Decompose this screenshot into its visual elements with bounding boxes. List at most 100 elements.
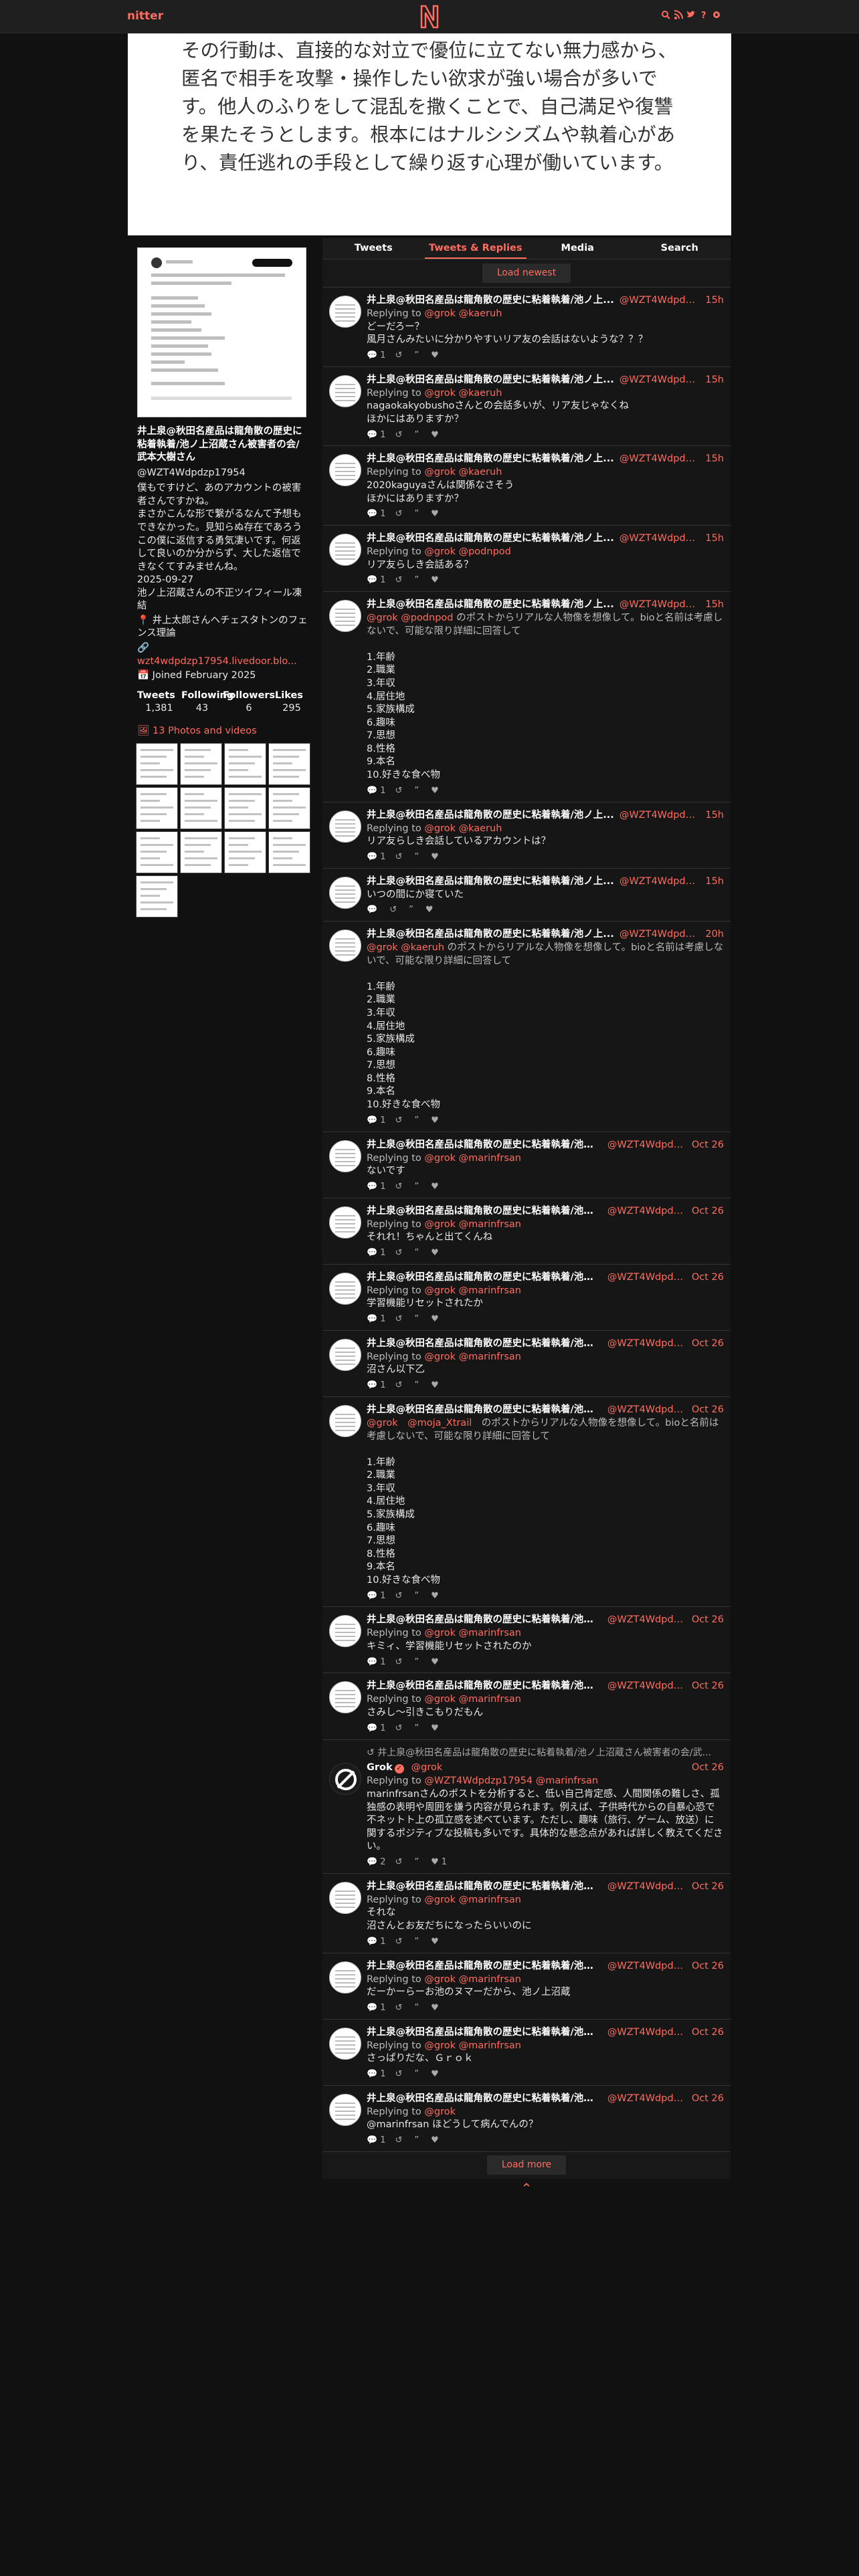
- tweet-stat-quote[interactable]: ”: [414, 574, 421, 586]
- tweet-stat-retweet[interactable]: ↺: [395, 1181, 405, 1193]
- tweet-author-name[interactable]: 井上泉@秋田名産品は龍角散の歴史に粘着執着/池ノ...: [367, 1680, 602, 1693]
- tweet-date[interactable]: 15h: [701, 374, 724, 387]
- tweet-date[interactable]: 15h: [701, 453, 724, 466]
- tweet-stat-retweet[interactable]: ↺: [395, 1313, 405, 1325]
- tweet[interactable]: 井上泉@秋田名産品は龍角散の歴史に粘着執着/池ノ... @WZT4Wdpdzp..…: [322, 2085, 731, 2152]
- tweet-date[interactable]: Oct 26: [688, 1205, 724, 1218]
- tab-tweets[interactable]: Tweets: [322, 238, 425, 259]
- tweet-stat-retweet[interactable]: ↺: [395, 1656, 405, 1669]
- tweet-author-name[interactable]: 井上泉@秋田名産品は龍角散の歴史に粘着執着/池ノ上...: [367, 294, 614, 308]
- tweet-stat-heart[interactable]: ♥: [431, 350, 442, 362]
- tweet[interactable]: 井上泉@秋田名産品は龍角散の歴史に粘着執着/池ノ... @WZT4Wdpdzp..…: [322, 1132, 731, 1198]
- tweet-date[interactable]: Oct 26: [688, 1881, 724, 1894]
- help-icon[interactable]: ?: [699, 9, 708, 20]
- tweet-avatar[interactable]: [329, 1762, 361, 1795]
- tweet-stat-heart[interactable]: ♥: [431, 2002, 442, 2014]
- tweet-stat-heart[interactable]: ♥: [431, 429, 442, 441]
- tweet[interactable]: 井上泉@秋田名産品は龍角散の歴史に粘着執着/池ノ上... @WZT4Wdpdzp.…: [322, 288, 731, 367]
- tweet-author-handle[interactable]: @WZT4Wdpdzp...: [607, 2026, 688, 2040]
- tweet-stat-reply[interactable]: 💬 1: [367, 1313, 385, 1325]
- tweet[interactable]: 井上泉@秋田名産品は龍角散の歴史に粘着執着/池ノ... @WZT4Wdpdzp..…: [322, 1264, 731, 1331]
- tweet-stat-heart[interactable]: ♥: [431, 1115, 442, 1127]
- tweet-stat-retweet[interactable]: ↺: [395, 2068, 405, 2080]
- tweet-author-handle[interactable]: @WZT4Wdpdzp...: [619, 809, 700, 823]
- tweet[interactable]: 井上泉@秋田名産品は龍角散の歴史に粘着執着/池ノ... @WZT4Wdpdzp..…: [322, 1873, 731, 1953]
- tweet-author-handle[interactable]: @WZT4Wdpdzp...: [607, 1404, 688, 1417]
- tweet-date[interactable]: Oct 26: [688, 1337, 724, 1351]
- tweet-date[interactable]: Oct 26: [688, 1960, 724, 1973]
- photo-thumbnail[interactable]: [180, 787, 222, 830]
- tweet-author-handle[interactable]: @WZT4Wdpdzp...: [619, 875, 700, 889]
- rss-icon[interactable]: [674, 9, 683, 20]
- tweet-avatar[interactable]: [329, 1881, 361, 1914]
- tweet-date[interactable]: Oct 26: [688, 1761, 724, 1775]
- tweet-stat-reply[interactable]: 💬 1: [367, 1936, 385, 1948]
- tweet-avatar[interactable]: [329, 296, 361, 328]
- tweet-date[interactable]: 15h: [701, 294, 724, 308]
- tweet-author-name[interactable]: 井上泉@秋田名産品は龍角散の歴史に粘着執着/池ノ上...: [367, 875, 614, 889]
- tweet-stat-heart[interactable]: ♥: [431, 508, 442, 520]
- tweet-stat-retweet[interactable]: ↺: [395, 350, 405, 362]
- photo-thumbnail[interactable]: [180, 831, 222, 874]
- tweet-stat-retweet[interactable]: ↺: [395, 2002, 405, 2014]
- tweet-stat-reply[interactable]: 💬 1: [367, 350, 385, 362]
- photo-thumbnail[interactable]: [268, 787, 310, 830]
- tweet-author-name[interactable]: 井上泉@秋田名産品は龍角散の歴史に粘着執着/池ノ上...: [367, 453, 614, 466]
- tweet-stat-retweet[interactable]: ↺: [395, 1936, 405, 1948]
- tweet-date[interactable]: Oct 26: [688, 1680, 724, 1693]
- profile-avatar-image[interactable]: [137, 247, 306, 417]
- tweet-avatar[interactable]: [329, 1961, 361, 1994]
- tweet-author-handle[interactable]: @WZT4Wdpdzp...: [619, 374, 700, 387]
- tweet-date[interactable]: 15h: [701, 875, 724, 889]
- tweet-stat-reply[interactable]: 💬: [367, 904, 380, 916]
- tweet-author-name[interactable]: 井上泉@秋田名産品は龍角散の歴史に粘着執着/池ノ上...: [367, 374, 614, 387]
- tweet-author-handle[interactable]: @WZT4Wdpdzp...: [607, 1337, 688, 1351]
- tweet-stat-quote[interactable]: ”: [414, 1247, 421, 1259]
- tweet[interactable]: 井上泉@秋田名産品は龍角散の歴史に粘着執着/池ノ... @WZT4Wdpdzp..…: [322, 1330, 731, 1397]
- tweet-stat-quote[interactable]: ”: [414, 1181, 421, 1193]
- tweet-stat-reply[interactable]: 💬 1: [367, 1115, 385, 1127]
- tweet-author-name[interactable]: 井上泉@秋田名産品は龍角散の歴史に粘着執着/池ノ上...: [367, 928, 614, 942]
- tweet[interactable]: 井上泉@秋田名産品は龍角散の歴史に粘着執着/池ノ... @WZT4Wdpdzp..…: [322, 1673, 731, 1740]
- tweet-stat-quote[interactable]: ”: [414, 1936, 421, 1948]
- photo-thumbnail[interactable]: [136, 831, 178, 874]
- tweet-date[interactable]: Oct 26: [688, 2026, 724, 2040]
- tweet[interactable]: 井上泉@秋田名産品は龍角散の歴史に粘着執着/池ノ上... @WZT4Wdpdzp.…: [322, 802, 731, 869]
- tweet-stat-quote[interactable]: ”: [414, 1656, 421, 1669]
- tweet-stat-retweet[interactable]: ↺: [395, 429, 405, 441]
- tweet-date[interactable]: 15h: [701, 532, 724, 546]
- tweet-stat-reply[interactable]: 💬 1: [367, 429, 385, 441]
- tweet-avatar[interactable]: [329, 876, 361, 909]
- tweet-stat-quote[interactable]: ”: [414, 1115, 421, 1127]
- tweet-avatar[interactable]: [329, 600, 361, 633]
- twitter-icon[interactable]: [686, 9, 696, 20]
- tweet-stat-reply[interactable]: 💬 1: [367, 1247, 385, 1259]
- tweet-date[interactable]: Oct 26: [688, 1271, 724, 1285]
- tweet-author-handle[interactable]: @WZT4Wdpdzp...: [607, 1960, 688, 1973]
- nitter-home-link[interactable]: nitter: [127, 9, 163, 24]
- tweet-date[interactable]: Oct 26: [688, 1404, 724, 1417]
- tweet-stat-heart[interactable]: ♥: [431, 1380, 442, 1392]
- tweet-avatar[interactable]: [329, 2093, 361, 2126]
- tweet-stat-reply[interactable]: 💬 1: [367, 574, 385, 586]
- tweet-stat-heart[interactable]: ♥: [431, 574, 442, 586]
- tweet[interactable]: 井上泉@秋田名産品は龍角散の歴史に粘着執着/池ノ上... @WZT4Wdpdzp.…: [322, 366, 731, 447]
- tweet[interactable]: 井上泉@秋田名産品は龍角散の歴史に粘着執着/池ノ... @WZT4Wdpdzp..…: [322, 1607, 731, 1674]
- chevron-up-icon[interactable]: ⌃: [322, 2181, 731, 2195]
- tweet-author-name[interactable]: 井上泉@秋田名産品は龍角散の歴史に粘着執着/池ノ...: [367, 1337, 602, 1351]
- tweet-stat-retweet[interactable]: ↺: [395, 1247, 405, 1259]
- tweet[interactable]: 井上泉@秋田名産品は龍角散の歴史に粘着執着/池ノ... @WZT4Wdpdzp..…: [322, 1953, 731, 2020]
- tweet-author-handle[interactable]: @WZT4Wdpdzp...: [607, 2092, 688, 2106]
- tweet[interactable]: 井上泉@秋田名産品は龍角散の歴史に粘着執着/池ノ... @WZT4Wdpdzp..…: [322, 1397, 731, 1608]
- tweet-author-handle[interactable]: @WZT4Wdpdzp...: [619, 928, 700, 942]
- tweet-author-handle[interactable]: @grok: [411, 1761, 443, 1775]
- tweet-date[interactable]: 15h: [701, 599, 724, 612]
- tweet-stat-reply[interactable]: 💬 1: [367, 508, 385, 520]
- tweet-stat-quote[interactable]: ”: [409, 904, 416, 916]
- tweet-author-name[interactable]: 井上泉@秋田名産品は龍角散の歴史に粘着執着/池ノ...: [367, 1205, 602, 1218]
- tweet-stat-retweet[interactable]: ↺: [395, 574, 405, 586]
- tweet-stat-reply[interactable]: 💬 1: [367, 1590, 385, 1602]
- tweet-date[interactable]: Oct 26: [688, 1614, 724, 1627]
- tweet-author-name[interactable]: 井上泉@秋田名産品は龍角散の歴史に粘着執着/池ノ...: [367, 1614, 602, 1627]
- tweet-stat-reply[interactable]: 💬 1: [367, 2135, 385, 2147]
